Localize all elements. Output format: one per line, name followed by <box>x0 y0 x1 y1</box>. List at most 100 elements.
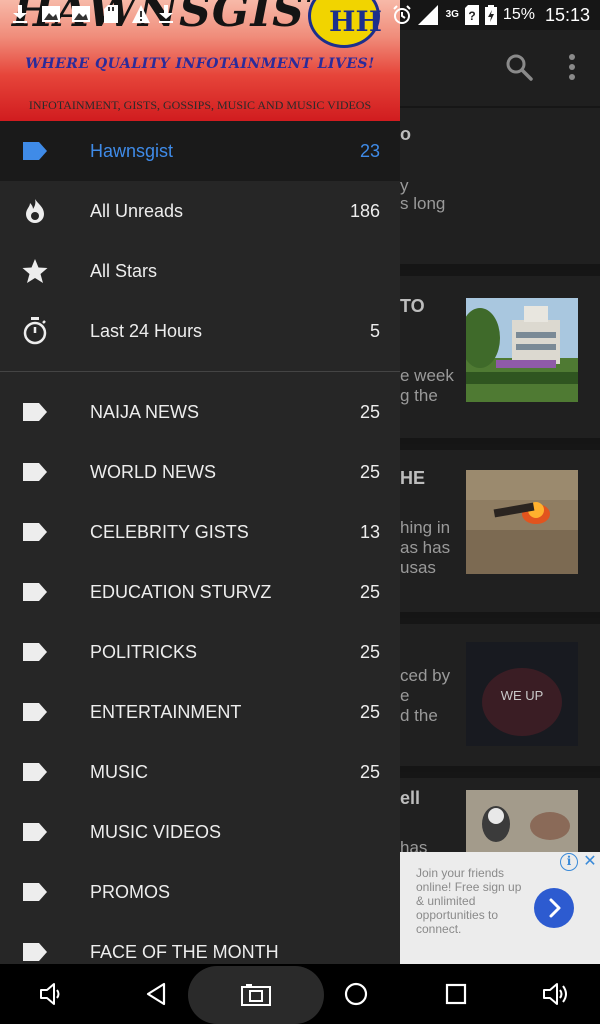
ad-info-icon[interactable]: i <box>560 853 578 871</box>
alarm-icon <box>392 5 411 24</box>
article-excerpt-fragment: g the <box>400 386 438 405</box>
drawer-divider <box>0 371 400 372</box>
ad-close-icon[interactable]: ✕ <box>581 852 599 872</box>
notification-icons <box>13 5 173 23</box>
label-icon <box>23 403 47 421</box>
drawer-category-politricks[interactable]: POLITRICKS 25 <box>0 622 400 682</box>
label-icon <box>23 643 47 661</box>
svg-text:?: ? <box>468 9 475 23</box>
drawer-category-promos[interactable]: PROMOS <box>0 862 400 922</box>
system-navigation-bar <box>0 964 600 1024</box>
category-count: 25 <box>359 762 380 782</box>
gallery-icon <box>72 6 90 22</box>
category-count: 25 <box>359 402 380 422</box>
category-count: 13 <box>359 522 380 542</box>
article-excerpt-fragment: e week <box>400 366 454 385</box>
drawer-item-last-24-hours[interactable]: Last 24 Hours 5 <box>0 301 400 361</box>
drawer-category-education-sturvz[interactable]: EDUCATION STURVZ 25 <box>0 562 400 622</box>
drawer-item-all-unreads[interactable]: All Unreads 186 <box>0 181 400 241</box>
drawer-item-label: Last 24 Hours <box>90 321 203 341</box>
label-icon <box>23 763 47 781</box>
label-icon <box>23 943 47 961</box>
category-count: 25 <box>359 702 380 722</box>
drawer-category-world-news[interactable]: WORLD NEWS 25 <box>0 442 400 502</box>
category-count: 25 <box>359 462 380 482</box>
gallery-icon <box>42 6 60 22</box>
category-label: NAIJA NEWS <box>90 402 200 422</box>
label-icon <box>23 703 47 721</box>
status-bar: 3G ? 15% 15:13 <box>0 0 600 30</box>
ad-chevron-right-icon[interactable] <box>534 888 574 928</box>
banner-tagline: WHERE QUALITY INFOTAINMENT LIVES! <box>25 56 375 72</box>
category-count: 25 <box>359 642 380 662</box>
warning-icon <box>132 5 150 23</box>
fire-icon <box>26 199 44 223</box>
category-label: POLITRICKS <box>90 642 198 662</box>
category-label: MUSIC VIDEOS <box>90 822 222 842</box>
label-icon <box>23 583 47 601</box>
category-label: CELEBRITY GISTS <box>90 522 249 542</box>
volume-down-icon[interactable] <box>36 979 66 1009</box>
drawer-item-label: All Stars <box>90 261 158 281</box>
ad-banner[interactable]: Join your friends online! Free sign up &… <box>400 852 600 964</box>
category-count: 25 <box>359 582 380 602</box>
volume-up-icon[interactable] <box>540 979 570 1009</box>
label-icon <box>23 823 47 841</box>
home-icon[interactable] <box>341 979 371 1009</box>
drawer-category-entertainment[interactable]: ENTERTAINMENT 25 <box>0 682 400 742</box>
overflow-menu-icon[interactable] <box>560 52 584 82</box>
article-excerpt-fragment: usas <box>400 558 436 577</box>
category-label: FACE OF THE MONTH <box>90 942 279 962</box>
drawer-category-celebrity-gists[interactable]: CELEBRITY GISTS 13 <box>0 502 400 562</box>
banner-subtitle: INFOTAINMENT, GISTS, GOSSIPS, MUSIC AND … <box>28 98 372 112</box>
recents-icon[interactable] <box>441 979 471 1009</box>
drawer-item-count: 186 <box>349 201 380 221</box>
article-title-fragment: o <box>400 124 411 144</box>
article-excerpt-fragment: e <box>400 686 410 705</box>
article-title-fragment: ell <box>400 788 421 808</box>
camera-icon[interactable] <box>240 979 272 1009</box>
article-excerpt-fragment: ced by <box>400 666 451 685</box>
article-thumbnail <box>466 790 578 852</box>
drawer-category-naija-news[interactable]: NAIJA NEWS 25 <box>0 382 400 442</box>
clock: 15:13 <box>544 4 590 25</box>
signal-icon <box>417 5 438 25</box>
ad-text: Join your friends online! Free sign up &… <box>416 866 522 936</box>
label-icon <box>23 883 47 901</box>
status-right: 3G ? 15% 15:13 <box>392 0 590 30</box>
category-label: MUSIC <box>90 762 148 782</box>
category-label: WORLD NEWS <box>90 462 216 482</box>
network-type-label: 3G <box>445 9 459 20</box>
category-label: PROMOS <box>90 882 171 902</box>
sd-card-icon <box>104 5 118 23</box>
article-excerpt-fragment: s long <box>400 194 446 213</box>
stopwatch-icon <box>23 317 47 345</box>
article-thumbnail <box>466 298 578 402</box>
drawer-item-count: 23 <box>359 141 380 161</box>
category-label: EDUCATION STURVZ <box>90 582 272 602</box>
drawer-item-label: All Unreads <box>90 201 184 221</box>
article-excerpt-fragment: hing in <box>400 518 451 537</box>
drawer-item-all-stars[interactable]: All Stars <box>0 241 400 301</box>
battery-icon <box>484 5 497 25</box>
download-icon <box>13 5 27 23</box>
star-icon <box>22 259 48 283</box>
label-icon <box>23 523 47 541</box>
article-title-fragment: TO <box>400 296 425 316</box>
category-label: ENTERTAINMENT <box>90 702 242 722</box>
navigation-drawer: HAWNSGIST HH WHERE QUALITY INFOTAINMENT … <box>0 0 400 964</box>
article-excerpt-fragment: as has <box>400 538 451 557</box>
drawer-category-face-of-the-month[interactable]: FACE OF THE MONTH <box>0 922 400 964</box>
drawer-item-hawnsgist[interactable]: Hawnsgist 23 <box>0 121 400 181</box>
search-icon[interactable] <box>504 52 534 82</box>
drawer-category-music-videos[interactable]: MUSIC VIDEOS <box>0 802 400 862</box>
back-icon[interactable] <box>142 979 172 1009</box>
download-icon <box>159 5 173 23</box>
article-excerpt-fragment: y <box>400 176 409 195</box>
no-sim-icon: ? <box>464 5 479 25</box>
article-excerpt-fragment: d the <box>400 706 438 725</box>
article-title-fragment: HE <box>400 468 426 488</box>
battery-percent: 15% <box>502 6 535 23</box>
drawer-category-music[interactable]: MUSIC 25 <box>0 742 400 802</box>
drawer-item-count: 5 <box>369 321 380 341</box>
